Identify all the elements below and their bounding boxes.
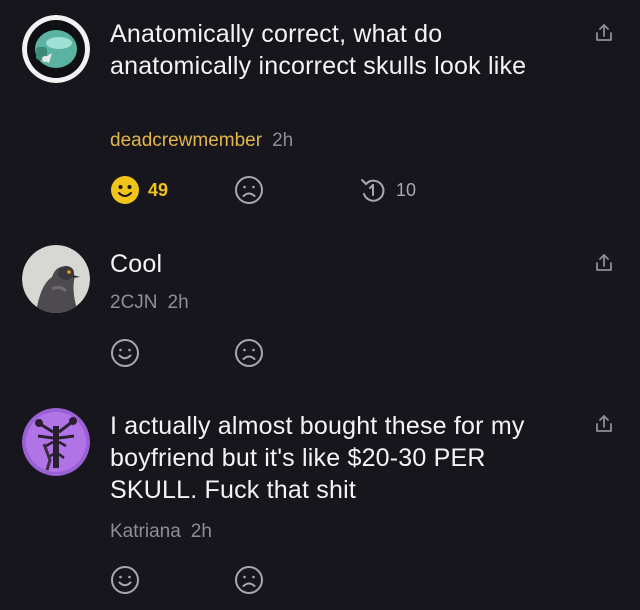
comment-text: Anatomically correct, what do anatomical… xyxy=(110,20,527,80)
comment-actions: 49 10 xyxy=(110,173,440,207)
dislike-button[interactable] xyxy=(234,336,264,370)
comment-text: Cool xyxy=(110,250,163,278)
avatar-pigeon[interactable] xyxy=(22,245,90,313)
comment-author[interactable]: deadcrewmember xyxy=(110,130,262,151)
frown-icon xyxy=(235,566,263,594)
comment-author[interactable]: 2CJN xyxy=(110,292,158,313)
comment-time: 2h xyxy=(167,292,189,313)
comment-text: I actually almost bought these for my bo… xyxy=(110,412,525,504)
share-icon[interactable] xyxy=(594,413,614,435)
comment-time: 2h xyxy=(190,521,212,542)
comment-author[interactable]: Katriana xyxy=(110,521,181,542)
avatar-crewmate[interactable] xyxy=(22,15,90,83)
comment-meta: Katriana 2h xyxy=(110,521,212,543)
dislike-button[interactable] xyxy=(234,173,264,207)
comment-actions xyxy=(110,336,440,370)
frown-icon xyxy=(235,176,263,204)
like-button[interactable] xyxy=(110,563,140,597)
comment-meta: deadcrewmember 2h xyxy=(110,130,293,152)
comment-meta: 2CJN 2h xyxy=(110,292,189,314)
like-button[interactable]: 49 xyxy=(110,173,168,207)
reply-icon xyxy=(361,179,385,202)
reply-count: 10 xyxy=(396,179,417,200)
like-count: 49 xyxy=(148,179,169,200)
reply-button[interactable]: 10 xyxy=(358,173,416,207)
comment-time: 2h xyxy=(272,130,294,151)
share-icon[interactable] xyxy=(594,22,614,44)
like-button[interactable] xyxy=(110,336,140,370)
smile-icon xyxy=(111,176,139,204)
smile-icon xyxy=(111,339,139,367)
comment-actions xyxy=(110,563,440,597)
dislike-button[interactable] xyxy=(234,563,264,597)
avatar-siren-head[interactable] xyxy=(22,408,90,476)
smile-icon xyxy=(111,566,139,594)
frown-icon xyxy=(235,339,263,367)
share-icon[interactable] xyxy=(594,252,614,274)
